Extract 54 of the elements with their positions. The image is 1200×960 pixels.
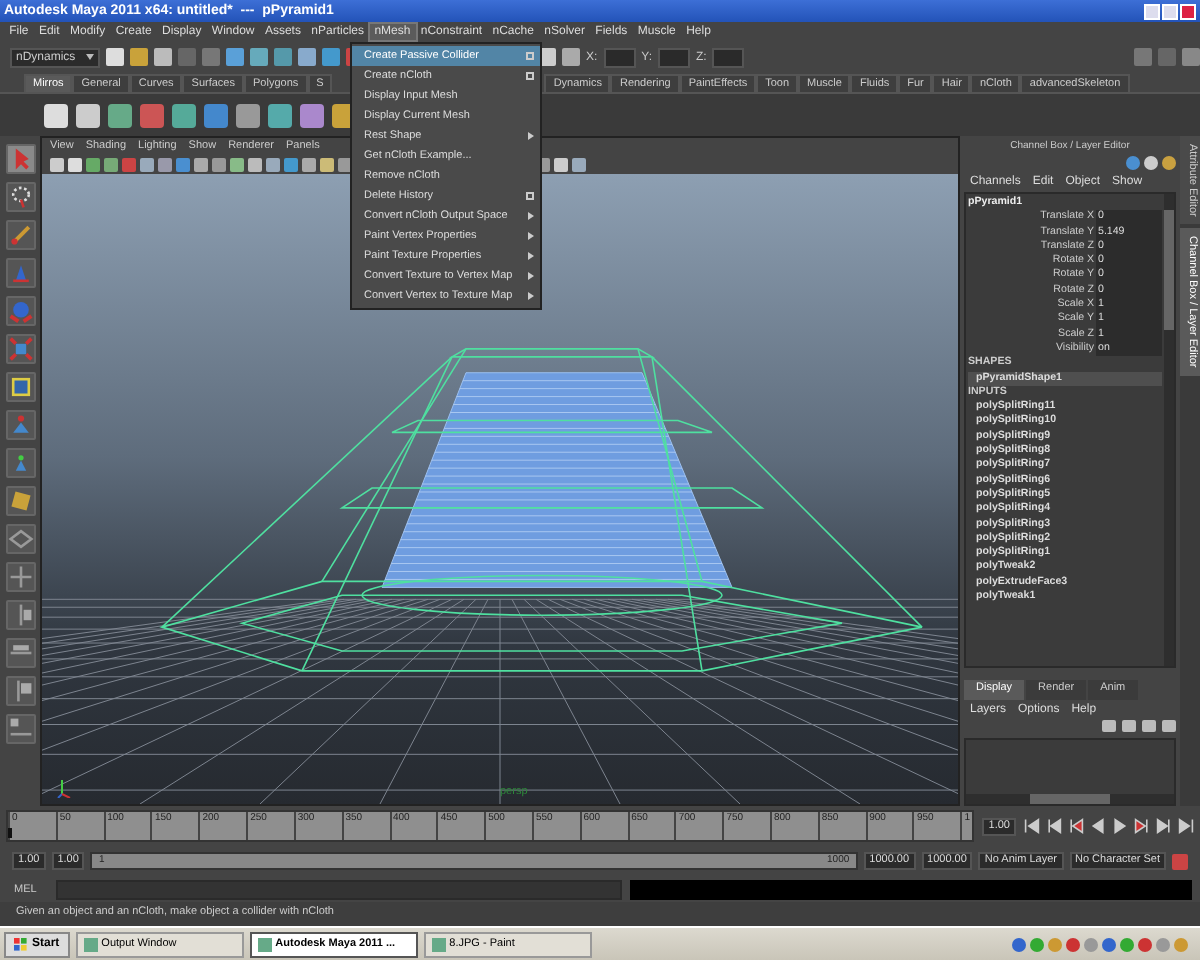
coordinate-field[interactable] [658,47,691,67]
submenu-arrow-icon [528,132,534,140]
submenu-arrow-icon [528,232,534,240]
go-to-end-icon[interactable] [1178,818,1194,834]
step-back-icon[interactable] [1046,818,1062,834]
graph-layout-icon[interactable] [5,676,35,706]
command-input-field[interactable] [56,879,622,899]
figure-icon[interactable] [5,410,35,440]
bounding-box-icon[interactable] [5,372,35,402]
play-backward-icon[interactable] [1090,818,1106,834]
hypershade-layout-icon[interactable] [5,714,35,744]
outliner-layout-icon[interactable] [5,638,35,668]
pivot-icon[interactable] [5,448,35,478]
app-icon [257,937,272,951]
coordinate-field[interactable] [712,47,745,67]
vertical-scrollbar[interactable] [1164,194,1174,666]
key-forward-icon[interactable] [1134,818,1150,834]
coordinate-field[interactable] [603,47,636,67]
option-box-icon[interactable] [526,72,534,80]
submenu-arrow-icon [528,292,534,300]
play-icon[interactable] [1112,818,1128,834]
texture-tile-icon[interactable] [5,486,35,516]
shelf-tool-icon[interactable] [300,103,324,127]
option-box-icon[interactable] [526,52,534,60]
shelf-tool-icon[interactable] [44,103,68,127]
move-tool-icon[interactable] [5,258,35,288]
current-time-marker[interactable] [8,828,12,838]
brush-icon[interactable] [5,220,35,250]
shelf-tool-icon[interactable] [108,103,132,127]
app-icon [431,937,446,951]
submenu-arrow-icon [528,252,534,260]
submenu-arrow-icon [528,212,534,220]
shelf-tool-icon[interactable] [76,103,100,127]
shelf-tool-icon[interactable] [172,103,196,127]
cube-icon[interactable] [5,334,35,364]
shelf-tool-icon[interactable] [236,103,260,127]
go-to-start-icon[interactable] [1024,818,1040,834]
single-pane-layout-icon[interactable] [5,524,35,554]
four-pane-layout-icon[interactable] [5,562,35,592]
submenu-arrow-icon [528,272,534,280]
maximize-button[interactable] [1162,3,1178,19]
lasso-icon[interactable] [5,182,35,212]
windows-flag-icon [14,937,28,951]
character-icon[interactable] [1172,853,1188,869]
option-box-icon[interactable] [526,192,534,200]
close-button[interactable] [1180,3,1196,19]
axis-icon [54,774,74,798]
horizontal-scrollbar[interactable] [966,794,1174,804]
minimize-button[interactable] [1144,3,1160,19]
shelf-tool-icon[interactable] [268,103,292,127]
app-icon [83,937,98,951]
key-back-icon[interactable] [1068,818,1084,834]
two-pane-layout-icon[interactable] [5,600,35,630]
step-forward-icon[interactable] [1156,818,1172,834]
